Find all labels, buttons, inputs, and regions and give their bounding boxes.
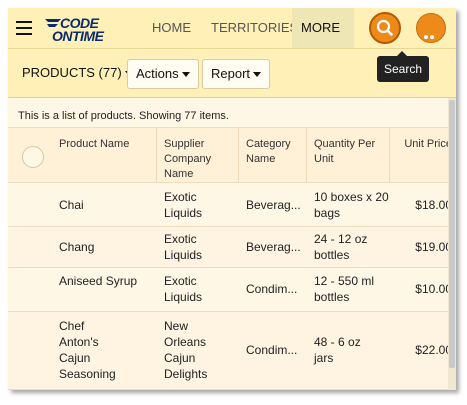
- cell-unit-price: $19.00: [415, 240, 452, 254]
- cell-category: Beverag...: [246, 198, 301, 212]
- cell-supplier: Exotic Liquids: [164, 232, 203, 262]
- cell-product-name: Chef Anton's Cajun Seasoning: [59, 319, 116, 381]
- cell-quantity: 12 - 550 ml bottles: [314, 274, 375, 304]
- report-button[interactable]: Report: [202, 59, 271, 89]
- cell-quantity: 10 boxes x 20 bags: [314, 190, 389, 220]
- report-label: Report: [211, 66, 251, 81]
- grid-header-row: Product Name Supplier Company Name Categ…: [8, 127, 456, 183]
- table-row[interactable]: Chang Exotic Liquids Beverag... 24 - 12 …: [8, 227, 456, 268]
- cell-product-name: Aniseed Syrup: [59, 274, 138, 288]
- cell-unit-price: $22.00: [415, 343, 452, 357]
- search-button[interactable]: [369, 12, 401, 44]
- nav-more-label: MORE: [301, 20, 340, 35]
- cell-product-name: Chang: [59, 240, 95, 254]
- logo-text-ontime: ONTIME: [52, 28, 104, 44]
- cell-supplier: Exotic Liquids: [164, 190, 203, 220]
- cell-category: Beverag...: [246, 240, 301, 254]
- cell-quantity: 48 - 6 oz jars: [314, 335, 361, 365]
- products-grid: Product Name Supplier Company Name Categ…: [8, 127, 456, 390]
- top-navigation-bar: CODE ONTIME HOME TERRITORIES MORE: [8, 8, 456, 72]
- cell-category: Condim...: [246, 282, 298, 296]
- chevron-down-icon: [181, 72, 190, 78]
- column-divider: [306, 128, 307, 182]
- app-logo[interactable]: CODE ONTIME: [42, 14, 124, 44]
- column-header-quantity[interactable]: Quantity Per Unit: [314, 137, 390, 167]
- view-selector-label: PRODUCTS (77): [22, 65, 122, 80]
- hamburger-menu-icon[interactable]: [16, 21, 32, 35]
- list-summary: This is a list of products. Showing 77 i…: [18, 110, 229, 122]
- chevron-down-icon: [253, 72, 262, 78]
- select-all-checkbox[interactable]: [22, 146, 44, 168]
- cell-category: Condim...: [246, 343, 298, 357]
- view-selector-button[interactable]: PRODUCTS (77): [14, 59, 141, 89]
- nav-more[interactable]: MORE: [292, 8, 354, 72]
- actions-label: Actions: [136, 66, 179, 81]
- cell-quantity: 24 - 12 oz bottles: [314, 232, 368, 262]
- search-icon: [376, 19, 393, 36]
- cell-supplier: Exotic Liquids: [164, 274, 203, 304]
- cell-unit-price: $10.00: [415, 282, 452, 296]
- app-window: CODE ONTIME HOME TERRITORIES MORE PRODUC…: [8, 8, 456, 390]
- column-divider: [389, 128, 390, 182]
- table-row[interactable]: Chef Anton's Cajun Seasoning New Orleans…: [8, 312, 456, 390]
- column-header-product-name[interactable]: Product Name: [59, 137, 154, 152]
- column-header-category[interactable]: Category Name: [246, 137, 306, 167]
- search-tooltip: Search: [377, 56, 429, 82]
- column-header-supplier[interactable]: Supplier Company Name: [164, 137, 238, 182]
- cell-unit-price: $18.00: [415, 198, 452, 212]
- column-header-unit-price[interactable]: Unit Price: [400, 137, 452, 152]
- column-divider: [156, 128, 157, 182]
- column-divider: [238, 128, 239, 182]
- ellipsis-icon: [424, 26, 440, 57]
- more-options-button[interactable]: [416, 13, 446, 57]
- scrollbar-thumb[interactable]: [449, 100, 455, 368]
- table-row[interactable]: Aniseed Syrup Exotic Liquids Condim... 1…: [8, 268, 456, 312]
- actions-button[interactable]: Actions: [127, 59, 199, 89]
- nav-home[interactable]: HOME: [143, 8, 200, 48]
- table-row[interactable]: Chai Exotic Liquids Beverag... 10 boxes …: [8, 183, 456, 227]
- cell-product-name: Chai: [59, 198, 84, 212]
- cell-supplier: New Orleans Cajun Delights: [164, 319, 208, 381]
